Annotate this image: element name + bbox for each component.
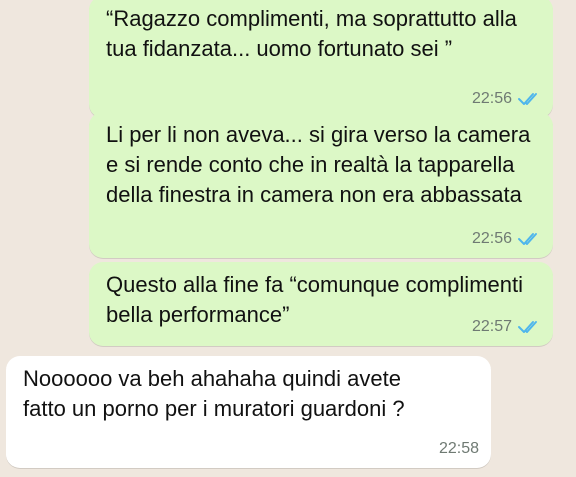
bubble-tail (546, 332, 560, 346)
message-time: 22:57 (471, 318, 512, 335)
message-time: 22:56 (471, 90, 512, 107)
message-time: 22:58 (438, 440, 479, 457)
message-meta: 22:58 (439, 440, 479, 458)
double-check-read-icon (517, 232, 541, 246)
message-text: Li per li non aveva... si gira verso la … (106, 122, 531, 207)
message-bubble-outgoing[interactable]: Questo alla fine fa “comunque compliment… (89, 262, 553, 346)
message-time: 22:56 (471, 230, 512, 247)
message-bubble-outgoing[interactable]: Li per li non aveva... si gira verso la … (89, 112, 553, 258)
message-meta: 22:56 (472, 230, 541, 248)
message-text: “Ragazzo complimenti, ma soprattutto all… (106, 6, 517, 61)
message-bubble-outgoing[interactable]: “Ragazzo complimenti, ma soprattutto all… (89, 0, 553, 118)
bubble-tail (0, 454, 13, 468)
double-check-read-icon (517, 92, 541, 106)
message-meta: 22:57 (472, 318, 541, 336)
message-text: Noooooo va beh ahahaha quindi avete fatt… (23, 366, 405, 421)
double-check-read-icon (517, 320, 541, 334)
message-bubble-incoming[interactable]: Noooooo va beh ahahaha quindi avete fatt… (6, 356, 491, 468)
message-meta: 22:56 (472, 90, 541, 108)
